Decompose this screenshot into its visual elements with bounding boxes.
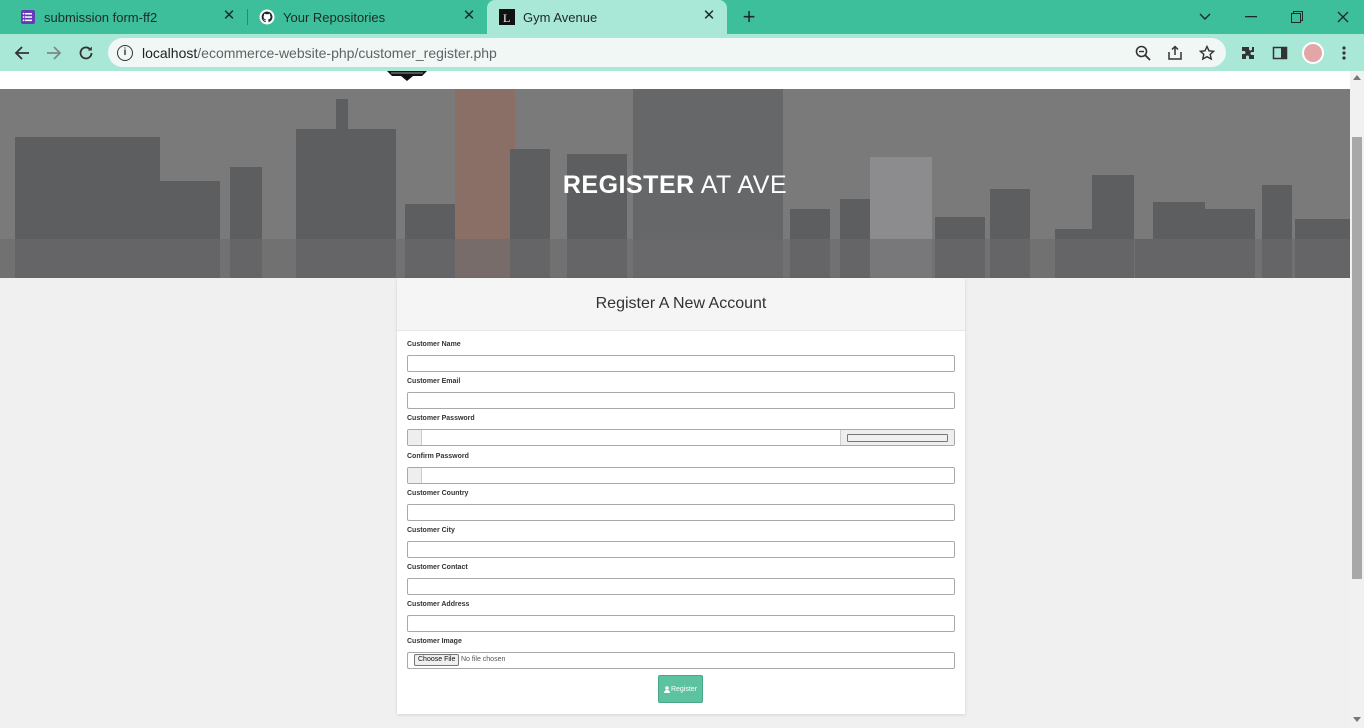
customer-name-input[interactable] <box>407 355 955 372</box>
gym-avenue-logo[interactable] <box>387 71 427 81</box>
confirm-password-addon <box>408 468 422 483</box>
customer-contact-group: Customer Contact <box>407 564 955 595</box>
customer-city-group: Customer City <box>407 527 955 558</box>
page-scrollbar[interactable] <box>1350 71 1364 728</box>
customer-password-group: Customer Password <box>407 415 955 446</box>
address-bar[interactable]: i localhost/ecommerce-website-php/custom… <box>108 38 1226 67</box>
customer-email-label: Customer Email <box>407 378 461 385</box>
site-info-icon[interactable]: i <box>117 44 133 61</box>
customer-city-input[interactable] <box>407 541 955 558</box>
side-panel-icon[interactable] <box>1270 43 1290 63</box>
hero-title-rest: AT AVE <box>694 171 788 199</box>
customer-country-label: Customer Country <box>407 490 469 497</box>
url-path: /ecommerce-website-php/customer_register… <box>197 44 497 61</box>
close-icon[interactable]: ✕ <box>461 8 477 24</box>
url-host: localhost <box>142 44 198 61</box>
github-icon <box>259 9 275 25</box>
customer-email-group: Customer Email <box>407 378 955 409</box>
page-viewport: REGISTER AT AVE Register A New Account C… <box>0 71 1350 728</box>
zoom-icon[interactable] <box>1134 44 1152 62</box>
customer-email-input[interactable] <box>407 392 955 409</box>
close-window-icon[interactable] <box>1320 0 1364 34</box>
tab-title: Your Repositories <box>283 9 386 25</box>
bookmark-star-icon[interactable] <box>1198 44 1216 62</box>
customer-password-label: Customer Password <box>407 415 475 422</box>
customer-country-group: Customer Country <box>407 490 955 521</box>
customer-country-input[interactable] <box>407 504 955 521</box>
customer-contact-input[interactable] <box>407 578 955 595</box>
forms-icon <box>20 9 36 25</box>
register-form-card: Register A New Account Customer Name Cus… <box>397 278 965 714</box>
browser-tab-strip: submission form-ff2 ✕ Your Repositories … <box>0 0 1364 34</box>
close-icon[interactable]: ✕ <box>701 8 717 24</box>
restore-icon[interactable] <box>1274 0 1320 34</box>
customer-city-label: Customer City <box>407 527 455 534</box>
close-icon[interactable]: ✕ <box>221 8 237 24</box>
customer-address-group: Customer Address <box>407 601 955 632</box>
back-icon[interactable] <box>9 40 35 66</box>
svg-text:L: L <box>503 11 510 25</box>
customer-image-group: Customer Image Choose File No file chose… <box>407 638 955 669</box>
password-strength-meter <box>847 434 948 442</box>
form-heading: Register A New Account <box>397 278 965 331</box>
customer-contact-label: Customer Contact <box>407 564 468 571</box>
customer-password-input[interactable] <box>407 429 955 446</box>
tab-gym-avenue[interactable]: L Gym Avenue ✕ <box>487 0 727 34</box>
customer-name-label: Customer Name <box>407 341 461 348</box>
scroll-up-icon[interactable] <box>1353 75 1361 80</box>
extensions-icon[interactable] <box>1238 43 1258 63</box>
forward-icon[interactable] <box>41 40 67 66</box>
register-button-label: Register <box>670 685 698 693</box>
customer-image-file-input[interactable]: Choose File No file chosen <box>407 652 955 669</box>
reload-icon[interactable] <box>73 40 99 66</box>
tab-title: Gym Avenue <box>523 9 598 25</box>
tab-title: submission form-ff2 <box>44 9 158 25</box>
confirm-password-label: Confirm Password <box>407 453 469 460</box>
password-addon <box>408 430 422 445</box>
choose-file-button[interactable]: Choose File <box>414 654 460 666</box>
hero-banner: REGISTER AT AVE <box>0 89 1350 278</box>
tab-your-repositories[interactable]: Your Repositories ✕ <box>239 0 487 34</box>
customer-address-label: Customer Address <box>407 601 470 608</box>
site-logo-icon: L <box>499 9 515 25</box>
tab-submission-form[interactable]: submission form-ff2 ✕ <box>0 0 247 34</box>
user-icon <box>663 685 670 693</box>
customer-image-label: Customer Image <box>407 638 462 645</box>
browser-toolbar: i localhost/ecommerce-website-php/custom… <box>0 34 1364 71</box>
scrollbar-thumb[interactable] <box>1352 137 1362 579</box>
file-status-text: No file chosen <box>461 656 506 663</box>
profile-avatar[interactable] <box>1302 42 1324 64</box>
minimize-icon[interactable] <box>1228 0 1274 34</box>
hero-title-bold: REGISTER <box>562 171 695 199</box>
tab-search-icon[interactable] <box>1182 0 1228 34</box>
site-header <box>0 71 1350 89</box>
password-strength-addon <box>840 430 954 445</box>
share-icon[interactable] <box>1166 44 1184 62</box>
scroll-down-icon[interactable] <box>1353 717 1361 722</box>
register-button[interactable]: Register <box>658 675 703 703</box>
new-tab-icon[interactable]: + <box>737 5 761 29</box>
customer-name-group: Customer Name <box>407 341 955 372</box>
hero-title: REGISTER AT AVE <box>0 171 1350 200</box>
confirm-password-input[interactable] <box>407 467 955 484</box>
confirm-password-group: Confirm Password <box>407 453 955 484</box>
menu-kebab-icon[interactable] <box>1334 43 1354 63</box>
customer-address-input[interactable] <box>407 615 955 632</box>
